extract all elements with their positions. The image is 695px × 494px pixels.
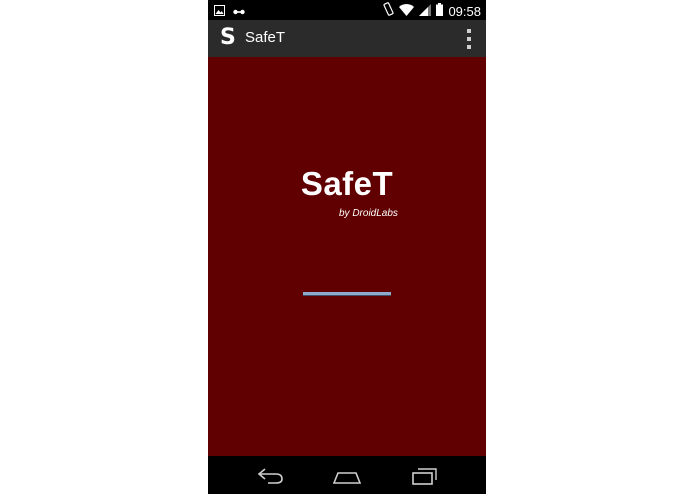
vibrate-icon [383,2,395,21]
status-bar: 09:58 [208,0,486,20]
back-icon[interactable] [256,464,286,486]
status-clock: 09:58 [448,4,481,19]
progress-fill [303,292,391,295]
link-icon [233,3,245,21]
loading-progress-bar [303,292,391,296]
action-bar: S SafeT [208,20,486,57]
recents-icon[interactable] [410,464,440,486]
splash-subtitle: by DroidLabs [339,208,398,219]
phone-screen: 09:58 S SafeT SafeT by DroidLabs [208,0,486,494]
splash-title: SafeT [300,165,394,202]
action-bar-title: SafeT [245,29,286,46]
wifi-icon [399,3,415,21]
app-icon[interactable]: S [220,25,238,51]
home-icon[interactable] [332,464,362,486]
navigation-bar [208,456,486,494]
signal-icon [419,3,432,21]
overflow-menu-icon[interactable] [466,29,472,49]
battery-icon [436,2,444,21]
image-icon [214,3,225,21]
